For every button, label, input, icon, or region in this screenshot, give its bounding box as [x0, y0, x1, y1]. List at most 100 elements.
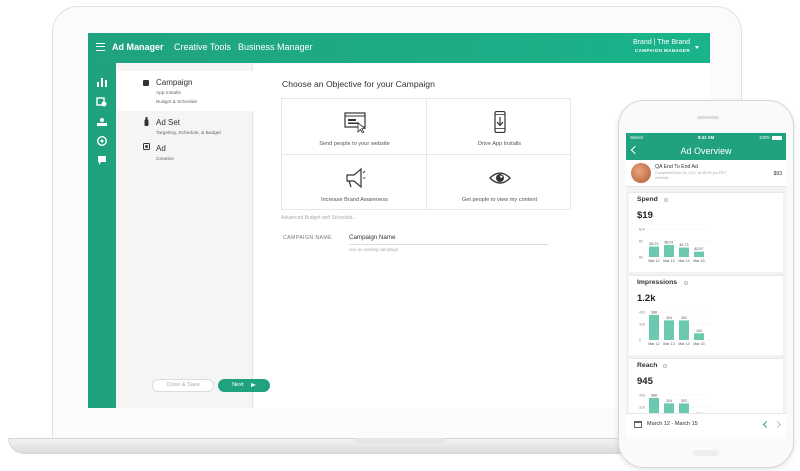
x-tick-label: Mar 15: [693, 259, 704, 263]
step-title: Campaign: [156, 78, 193, 87]
bar-chart-icon[interactable]: [96, 77, 108, 87]
y-tick-label: $14: [639, 228, 645, 232]
use-existing-campaign-link[interactable]: Use an existing campaign: [349, 247, 398, 252]
chart-bar: [694, 333, 704, 340]
brand-switcher[interactable]: Brand | The Brand CAMPAIGN MANAGER: [633, 39, 690, 53]
chart-bar: [664, 244, 674, 257]
chart-bar: [679, 247, 689, 257]
data-label: 304: [666, 316, 672, 320]
y-tick-label: 0: [639, 339, 641, 343]
battery-text: 100%: [759, 135, 770, 140]
ad-summary-row[interactable]: QA End To End Ad Completed Mar 15, 2017 …: [626, 160, 786, 187]
ad-icon: [143, 143, 150, 150]
ad-cost: $93: [773, 171, 782, 177]
objective-label: Get people to view my content: [461, 197, 538, 203]
brand-name: Brand | The Brand: [633, 39, 690, 46]
megaphone-icon: [346, 167, 366, 189]
ad-thumbnail: [631, 163, 651, 183]
step-subtitle: App Installs: [156, 91, 181, 96]
browser-cursor-icon: [344, 112, 366, 133]
step-campaign[interactable]: Campaign App Installs Budget & Schedule: [116, 71, 253, 111]
stage: Ad Manager Creative Tools Business Manag…: [0, 0, 800, 471]
phone-header: Ad Overview: [626, 143, 786, 160]
chat-icon[interactable]: [96, 155, 108, 165]
x-tick-label: Mar 12: [648, 342, 659, 346]
x-tick-label: Mar 12: [648, 259, 659, 263]
status-bar: Sketch 9:41 AM 100%: [626, 133, 786, 143]
campaign-name-input[interactable]: Campaign Name: [349, 234, 395, 241]
step-title: Ad: [156, 144, 166, 153]
data-label: 303: [681, 399, 687, 403]
spend-chart: $14 $7 $0 $5.23 Mar 12 $6.01 Mar 13 $4.73 Mar 14…: [639, 228, 711, 263]
next-arrow-icon[interactable]: [773, 420, 782, 429]
chart-bar: [649, 314, 659, 340]
phone-download-icon: [494, 111, 506, 133]
y-tick-label: 433: [639, 311, 645, 315]
close-save-button[interactable]: Close & Save: [152, 379, 214, 392]
chart-bar: [679, 320, 689, 340]
x-tick-label: Mar 14: [678, 259, 689, 263]
advanced-budget-link[interactable]: Advanced Budget and Schedule...: [281, 215, 357, 221]
y-tick-label: 316: [639, 323, 645, 327]
objective-label: Increase Brand Awareness: [321, 197, 388, 203]
objective-label: Send people to your website: [319, 141, 390, 147]
ad-name: QA End To End Ad: [655, 164, 698, 170]
nav-creative-tools[interactable]: Creative Tools: [174, 42, 231, 52]
step-ad-set[interactable]: Ad Set Targeting, Schedule, & Budget: [116, 111, 253, 139]
chevron-down-icon[interactable]: [695, 46, 699, 49]
y-tick-label: 433: [639, 394, 645, 398]
objective-app-installs[interactable]: Drive App Installs: [427, 99, 572, 155]
data-label: 303: [681, 316, 687, 320]
data-label: $5.23: [650, 242, 659, 246]
impressions-chart: 433 316 0 388 Mar 12 304 Mar 13 303 Mar 14 104 Mar…: [639, 310, 711, 346]
arrow-right-icon: [250, 382, 256, 387]
phone-title: Ad Overview: [680, 146, 732, 156]
globe-icon[interactable]: [96, 136, 108, 146]
impressions-card: Impressions 1.2k 433 316 0 388 Mar 12 304 Mar …: [629, 275, 783, 355]
data-label: $6.01: [665, 240, 674, 244]
next-button-label: Next: [232, 382, 244, 388]
step-title: Ad Set: [156, 118, 181, 127]
x-tick-label: Mar 13: [663, 259, 674, 263]
input-underline: [349, 244, 548, 245]
prev-arrow-icon[interactable]: [762, 420, 771, 429]
x-tick-label: Mar 13: [663, 342, 674, 346]
spend-card: Spend $19 $14 $7 $0 $5.23 Mar 12 $6.01 Mar 13 $…: [629, 192, 783, 272]
phone-screen: Sketch 9:41 AM 100% Ad Overview QA End T…: [626, 133, 786, 437]
date-range[interactable]: March 12 - March 15: [647, 421, 698, 427]
audience-icon[interactable]: [96, 117, 108, 127]
date-range-bar: March 12 - March 15: [626, 413, 786, 437]
laptop-screen: Ad Manager Creative Tools Business Manag…: [88, 33, 710, 408]
steps-panel: Campaign App Installs Budget & Schedule …: [116, 63, 270, 408]
step-ad[interactable]: Ad Creative: [116, 137, 253, 165]
folder-icon: [143, 80, 149, 86]
y-tick-label: 316: [639, 406, 645, 410]
top-nav: Ad Manager Creative Tools Business Manag…: [88, 33, 710, 63]
phone-speaker: [697, 116, 719, 119]
objective-brand-awareness[interactable]: Increase Brand Awareness: [282, 155, 427, 211]
page-title: Choose an Objective for your Campaign: [282, 79, 435, 89]
chart-bar: [664, 320, 674, 340]
objective-website[interactable]: Send people to your website: [282, 99, 427, 155]
nav-business-manager[interactable]: Business Manager: [238, 42, 313, 52]
y-tick-label: $0: [639, 256, 643, 260]
ads-icon[interactable]: [96, 97, 108, 107]
data-label: 388: [651, 393, 657, 397]
ad-placement-text: Website: [655, 176, 669, 180]
data-label: $4.73: [680, 243, 689, 247]
chart-bar: [649, 246, 659, 257]
objective-grid: Send people to your website Drive App In…: [281, 98, 571, 210]
next-button[interactable]: Next: [218, 379, 270, 392]
step-subtitle: Creative: [156, 157, 174, 162]
nav-ad-manager[interactable]: Ad Manager: [112, 42, 164, 52]
menu-icon[interactable]: [96, 43, 105, 51]
data-label: $2.67: [695, 247, 704, 251]
phone-home-button: [693, 450, 719, 456]
data-label: 304: [666, 399, 672, 403]
laptop-notch: [355, 438, 445, 444]
reach-card: Reach 945 433316388Mar 12304Mar 13303Mar…: [629, 358, 783, 419]
step-subtitle: Budget & Schedule: [156, 100, 198, 105]
bottle-icon: [144, 117, 149, 126]
objective-view-content[interactable]: Get people to view my content: [427, 155, 572, 211]
reach-chart: 433316388Mar 12304Mar 13303Mar 14104Mar …: [639, 393, 711, 419]
